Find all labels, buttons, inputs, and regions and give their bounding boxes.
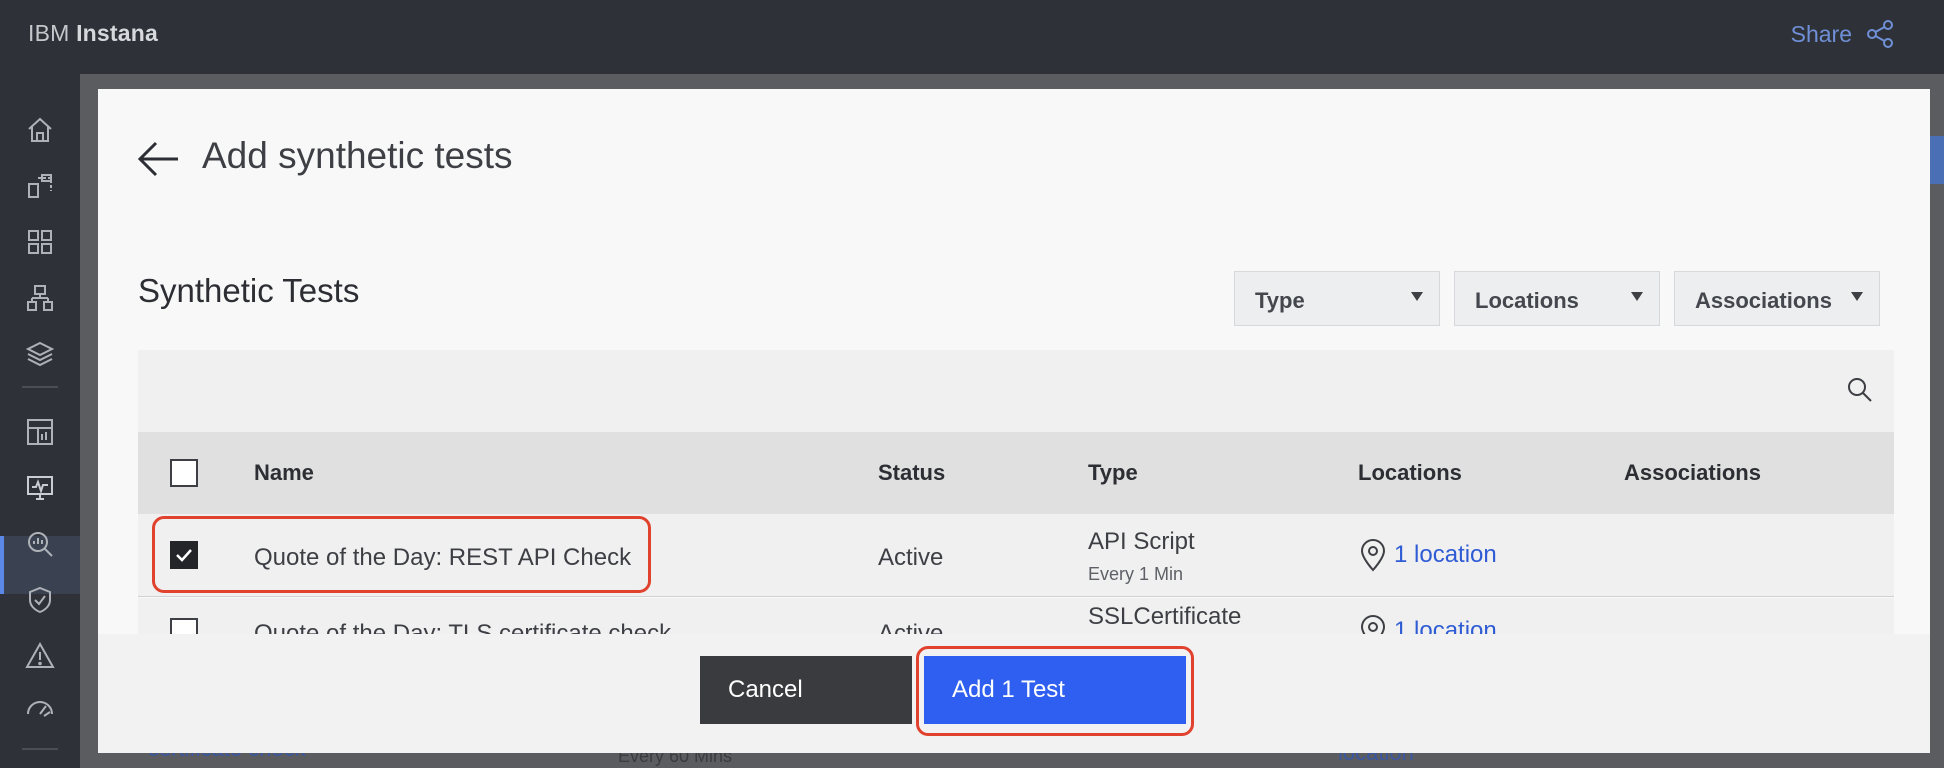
chevron-down-icon — [1411, 292, 1423, 301]
infrastructure-icon[interactable] — [22, 280, 58, 316]
type-filter-dropdown[interactable]: Type — [1234, 271, 1440, 326]
row-type: SSLCertificate — [1088, 603, 1242, 630]
synthetic-monitoring-icon[interactable] — [22, 470, 58, 506]
row-name: Quote of the Day: TLS certificate check — [254, 620, 672, 634]
location-pin-icon — [1360, 539, 1386, 572]
modal-footer: Cancel Add 1 Test — [98, 634, 1930, 753]
location-pin-icon — [1360, 615, 1386, 634]
section-title: Synthetic Tests — [138, 272, 360, 309]
search-icon[interactable] — [1844, 374, 1876, 406]
chevron-down-icon — [1631, 292, 1643, 301]
row-status: Active — [878, 544, 944, 571]
column-header-associations[interactable]: Associations — [1624, 460, 1761, 486]
cancel-button[interactable]: Cancel — [700, 656, 912, 724]
services-icon[interactable] — [22, 224, 58, 260]
row-locations-link[interactable]: 1 location — [1358, 538, 1497, 572]
table-header: Name Status Type Locations Associations — [138, 432, 1894, 514]
row-locations-label: 1 location — [1394, 541, 1497, 568]
back-arrow-icon[interactable] — [136, 139, 180, 179]
locations-filter-label: Locations — [1475, 288, 1579, 313]
row-locations-link[interactable]: 1 location — [1358, 614, 1497, 634]
column-header-name[interactable]: Name — [254, 460, 314, 486]
security-shield-icon[interactable] — [22, 582, 58, 618]
select-all-checkbox[interactable] — [170, 459, 198, 487]
brand-prefix: IBM — [28, 20, 70, 46]
type-filter-label: Type — [1255, 288, 1305, 313]
sidebar-divider — [22, 386, 58, 388]
brand-logo[interactable]: IBM Instana — [28, 20, 158, 47]
row-locations-label: 1 location — [1394, 617, 1497, 634]
row-frequency: Every 1 Min — [1088, 564, 1184, 584]
associations-filter-label: Associations — [1695, 288, 1832, 313]
speedometer-icon[interactable] — [22, 690, 58, 726]
add-button-highlight — [916, 646, 1194, 736]
selected-row-highlight — [152, 516, 651, 593]
modal-title: Add synthetic tests — [202, 135, 513, 176]
home-icon[interactable] — [22, 112, 58, 148]
dashboard-icon[interactable] — [22, 414, 58, 450]
add-synthetic-tests-modal: Add synthetic tests Synthetic Tests Type… — [98, 89, 1930, 753]
column-header-locations[interactable]: Locations — [1358, 460, 1462, 486]
share-label: Share — [1790, 20, 1852, 47]
top-bar: IBM Instana Share — [0, 0, 1944, 74]
column-header-status[interactable]: Status — [878, 460, 945, 486]
warning-icon[interactable] — [22, 638, 58, 674]
brand-name: Instana — [76, 20, 159, 46]
left-sidebar — [0, 74, 80, 768]
locations-filter-dropdown[interactable]: Locations — [1454, 271, 1660, 326]
analytics-icon[interactable] — [22, 526, 58, 562]
table-toolbar — [138, 350, 1894, 432]
table-row[interactable]: Quote of the Day: TLS certificate check … — [138, 598, 1894, 634]
row-checkbox[interactable] — [170, 618, 198, 634]
column-header-type[interactable]: Type — [1088, 460, 1138, 486]
share-button[interactable]: Share — [1791, 18, 1896, 50]
share-icon — [1867, 20, 1893, 48]
layers-icon[interactable] — [22, 336, 58, 372]
chevron-down-icon — [1851, 292, 1863, 301]
associations-filter-dropdown[interactable]: Associations — [1674, 271, 1880, 326]
row-status: Active — [878, 620, 944, 634]
row-type: API Script — [1088, 528, 1195, 555]
application-icon[interactable] — [22, 168, 58, 204]
background-tab-indicator — [1930, 136, 1944, 184]
sidebar-divider-bottom — [22, 748, 58, 750]
